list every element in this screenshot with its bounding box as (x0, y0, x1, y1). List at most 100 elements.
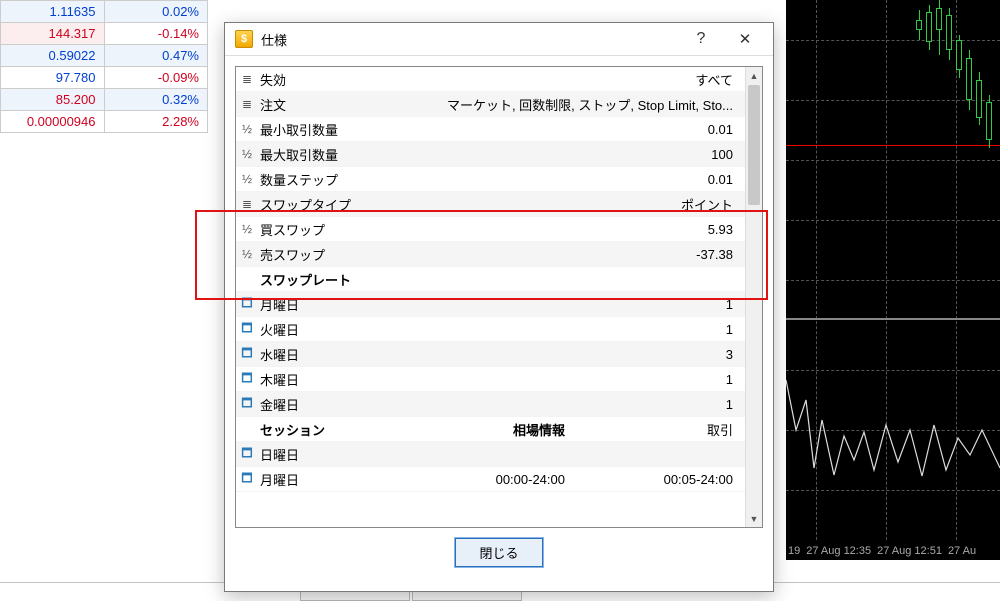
spec-value: 1 (726, 322, 745, 337)
spec-value: 取引 (595, 420, 745, 439)
pct-cell: 0.02% (104, 1, 208, 23)
spec-value: 100 (711, 147, 745, 162)
spec-row[interactable]: 🗖金曜日1 (236, 392, 745, 417)
spec-value: マーケット, 回数制限, ストップ, Stop Limit, Sto... (447, 95, 745, 114)
spec-label: 売スワップ (258, 245, 696, 264)
spec-row[interactable]: ½数量ステップ0.01 (236, 167, 745, 192)
scrollbar[interactable]: ▲ ▼ (745, 67, 762, 527)
spec-label: 木曜日 (258, 370, 726, 389)
pct-cell: 0.32% (104, 89, 208, 111)
cal-icon: 🗖 (236, 469, 258, 490)
cal-icon: 🗖 (236, 444, 258, 465)
spec-value: 00:00-24:00 (465, 472, 595, 487)
spec-row[interactable]: ≣スワップタイプポイント (236, 192, 745, 217)
indicator-line (786, 0, 1000, 560)
cal-icon: 🗖 (236, 294, 258, 315)
market-row[interactable]: 85.2000.32% (1, 89, 208, 111)
spec-row[interactable]: ½買スワップ5.93 (236, 217, 745, 242)
market-row[interactable]: 1.116350.02% (1, 1, 208, 23)
spec-label: 金曜日 (258, 395, 726, 414)
spec-value: すべて (695, 70, 745, 89)
half-icon: ½ (236, 147, 258, 161)
cal-icon: 🗖 (236, 369, 258, 390)
price-cell: 144.317 (1, 23, 105, 45)
cal-icon: 🗖 (236, 344, 258, 365)
help-button[interactable]: ? (679, 25, 723, 53)
spec-value: ポイント (681, 195, 745, 214)
scroll-down-icon[interactable]: ▼ (746, 510, 762, 527)
spec-label: 最小取引数量 (258, 120, 708, 139)
spec-table-wrap: ≣失効すべて≣注文マーケット, 回数制限, ストップ, Stop Limit, … (235, 66, 763, 528)
half-icon: ½ (236, 172, 258, 186)
spec-label: 日曜日 (258, 445, 733, 464)
app-icon: $ (235, 30, 253, 48)
market-row[interactable]: 0.000009462.28% (1, 111, 208, 133)
bars-icon: ≣ (236, 97, 258, 111)
spec-row[interactable]: ≣注文マーケット, 回数制限, ストップ, Stop Limit, Sto... (236, 92, 745, 117)
spec-value: 相場情報 (465, 420, 595, 439)
bars-icon: ≣ (236, 72, 258, 86)
spec-value: 1 (726, 297, 745, 312)
close-button[interactable]: 閉じる (455, 538, 543, 567)
price-cell: 1.11635 (1, 1, 105, 23)
spec-label: 火曜日 (258, 320, 726, 339)
pct-cell: -0.14% (104, 23, 208, 45)
spec-row[interactable]: セッション相場情報取引 (236, 417, 745, 442)
spec-label: 注文 (258, 95, 447, 114)
spec-label: スワップレート (258, 270, 733, 289)
market-row[interactable]: 144.317-0.14% (1, 23, 208, 45)
cal-icon: 🗖 (236, 394, 258, 415)
spec-row[interactable]: ½最小取引数量0.01 (236, 117, 745, 142)
spec-label: 月曜日 (258, 295, 726, 314)
spec-row[interactable]: 🗖木曜日1 (236, 367, 745, 392)
price-cell: 0.00000946 (1, 111, 105, 133)
market-row[interactable]: 0.590220.47% (1, 45, 208, 67)
price-cell: 85.200 (1, 89, 105, 111)
dialog-titlebar[interactable]: $ 仕様 ? ✕ (225, 23, 773, 56)
close-window-button[interactable]: ✕ (723, 25, 767, 53)
spec-value: 0.01 (708, 122, 745, 137)
spec-label: 最大取引数量 (258, 145, 711, 164)
price-cell: 97.780 (1, 67, 105, 89)
scroll-up-icon[interactable]: ▲ (746, 67, 762, 84)
spec-value: 3 (726, 347, 745, 362)
spec-label: 買スワップ (258, 220, 708, 239)
pct-cell: 2.28% (104, 111, 208, 133)
spec-row[interactable]: ½売スワップ-37.38 (236, 242, 745, 267)
help-icon: ? (697, 30, 706, 48)
cal-icon: 🗖 (236, 319, 258, 340)
spec-row[interactable]: 🗖月曜日1 (236, 292, 745, 317)
spec-value: 00:05-24:00 (595, 472, 745, 487)
spec-label: セッション (258, 420, 465, 439)
spec-label: 月曜日 (258, 470, 465, 489)
spec-value: 5.93 (708, 222, 745, 237)
bars-icon: ≣ (236, 197, 258, 211)
scroll-thumb[interactable] (748, 85, 760, 205)
spec-row[interactable]: 🗖月曜日00:00-24:0000:05-24:00 (236, 467, 745, 492)
spec-row[interactable]: スワップレート (236, 267, 745, 292)
half-icon: ½ (236, 122, 258, 136)
spec-value: -37.38 (696, 247, 745, 262)
spec-row[interactable]: 🗖火曜日1 (236, 317, 745, 342)
spec-table[interactable]: ≣失効すべて≣注文マーケット, 回数制限, ストップ, Stop Limit, … (236, 67, 745, 527)
spec-value: 1 (726, 397, 745, 412)
spec-value: 0.01 (708, 172, 745, 187)
market-watch-table: 1.116350.02%144.317-0.14%0.590220.47%97.… (0, 0, 208, 133)
pct-cell: -0.09% (104, 67, 208, 89)
close-icon: ✕ (739, 30, 752, 48)
chart-x-axis: 19 27 Aug 12:35 27 Aug 12:51 27 Au (786, 542, 1000, 560)
spec-label: 水曜日 (258, 345, 726, 364)
spec-label: スワップタイプ (258, 195, 681, 214)
half-icon: ½ (236, 222, 258, 236)
spec-row[interactable]: 🗖水曜日3 (236, 342, 745, 367)
market-row[interactable]: 97.780-0.09% (1, 67, 208, 89)
spec-label: 失効 (258, 70, 695, 89)
spec-label: 数量ステップ (258, 170, 708, 189)
spec-value: 1 (726, 372, 745, 387)
spec-row[interactable]: ½最大取引数量100 (236, 142, 745, 167)
dialog-title: 仕様 (261, 30, 679, 49)
spec-row[interactable]: 🗖日曜日 (236, 442, 745, 467)
price-chart[interactable]: 19 27 Aug 12:35 27 Aug 12:51 27 Au (786, 0, 1000, 560)
specification-dialog: $ 仕様 ? ✕ ≣失効すべて≣注文マーケット, 回数制限, ストップ, Sto… (224, 22, 774, 592)
spec-row[interactable]: ≣失効すべて (236, 67, 745, 92)
